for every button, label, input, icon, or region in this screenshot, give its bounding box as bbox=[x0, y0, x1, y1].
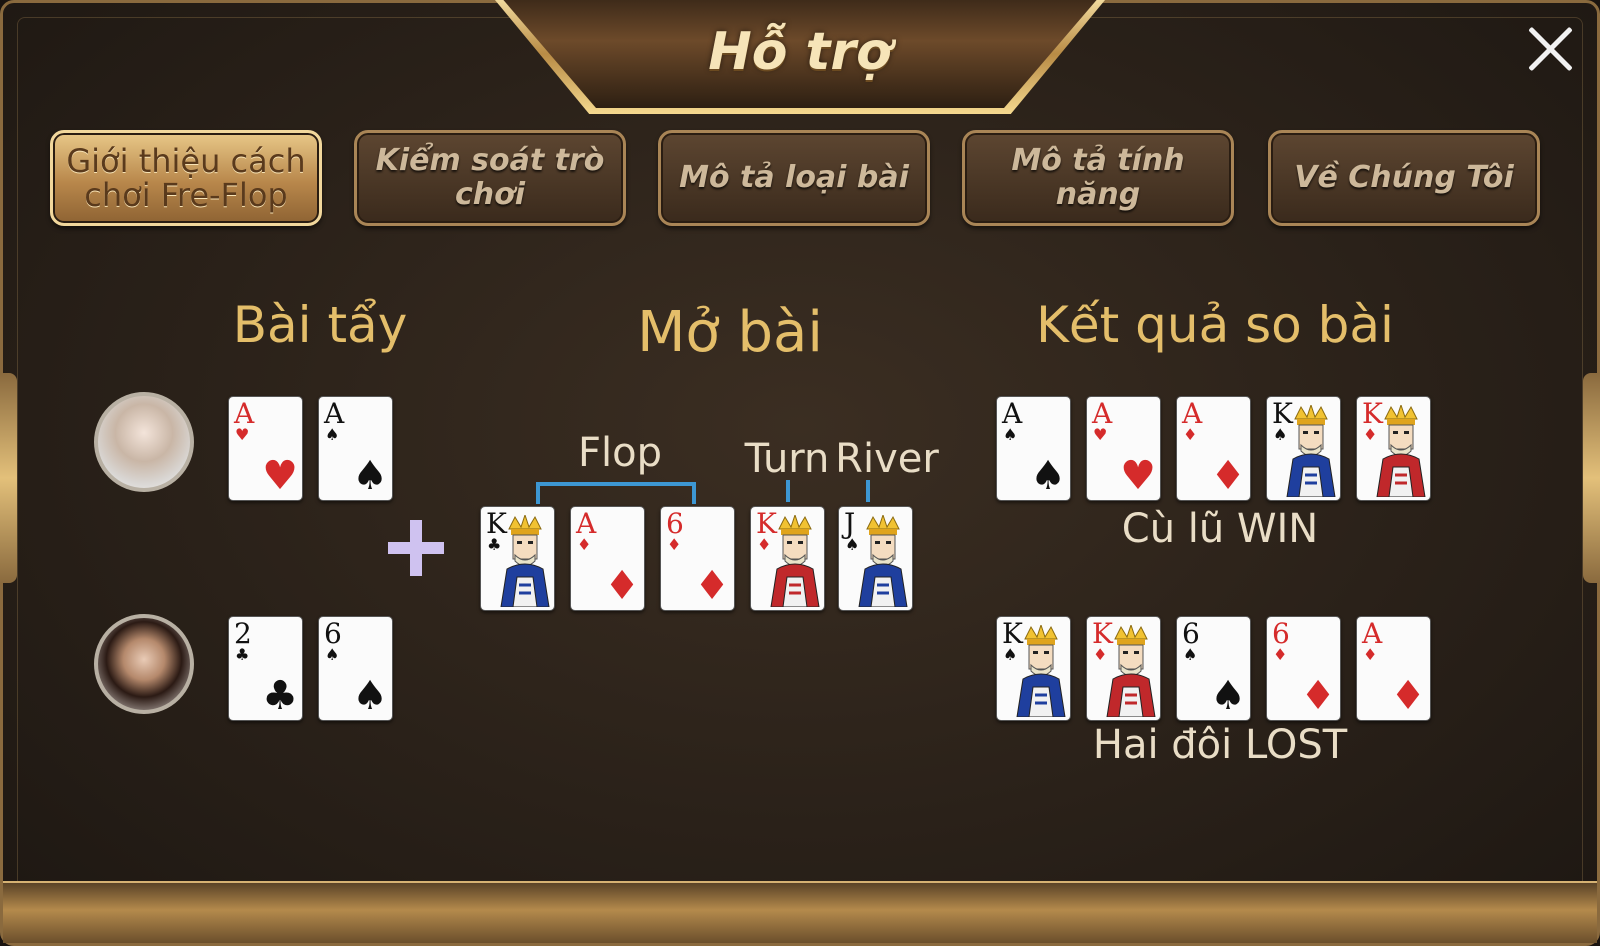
flop-label: Flop bbox=[578, 430, 662, 476]
river-marker bbox=[866, 480, 870, 502]
tab-label: Về Chúng Tôi bbox=[1294, 160, 1514, 195]
result-lost-label: Hai đôi LOST bbox=[1092, 722, 1348, 768]
player-2-avatar bbox=[94, 614, 194, 714]
card-suit-small: ♣ bbox=[487, 535, 502, 554]
card-suit-small: ♦ bbox=[577, 535, 592, 554]
player-1-avatar bbox=[94, 392, 194, 492]
card-suit-large: ♠ bbox=[352, 453, 388, 499]
card-suit-large: ♥ bbox=[1120, 453, 1156, 499]
card-suit-large: ♦ bbox=[604, 563, 640, 609]
card-suit-small: ♦ bbox=[1273, 645, 1288, 664]
card-suit-large: ♠ bbox=[1030, 453, 1066, 499]
card-suit-small: ♠ bbox=[1273, 425, 1288, 444]
tab-label: Mô tả tính năng bbox=[1011, 143, 1185, 212]
tab-features[interactable]: Mô tả tính năng bbox=[962, 130, 1234, 226]
result-1-card: K ♠ bbox=[1266, 396, 1341, 501]
board-card: 6 ♦ ♦ bbox=[660, 506, 735, 611]
player-2-card: 6 ♠ ♠ bbox=[318, 616, 393, 721]
result-2-card: K ♦ bbox=[1086, 616, 1161, 721]
tab-about-us[interactable]: Về Chúng Tôi bbox=[1268, 130, 1540, 226]
result-1-card: A ♠ ♠ bbox=[996, 396, 1071, 501]
player-1-card: A ♥ ♥ bbox=[228, 396, 303, 501]
result-1-card: A ♦ ♦ bbox=[1176, 396, 1251, 501]
plus-icon bbox=[388, 520, 444, 576]
card-suit-small: ♥ bbox=[235, 425, 250, 444]
card-suit-large: ♣ bbox=[262, 673, 298, 719]
result-win-label: Cù lũ WIN bbox=[1121, 506, 1319, 552]
card-suit-small: ♦ bbox=[1363, 425, 1378, 444]
heading-hole-cards: Bài tẩy bbox=[232, 296, 408, 354]
player-1-card: A ♠ ♠ bbox=[318, 396, 393, 501]
turn-marker bbox=[786, 480, 790, 502]
left-frame-ornament bbox=[0, 373, 17, 583]
card-suit-small: ♠ bbox=[325, 425, 340, 444]
card-suit-small: ♣ bbox=[235, 645, 250, 664]
card-suit-large: ♦ bbox=[1210, 453, 1246, 499]
card-suit-small: ♦ bbox=[667, 535, 682, 554]
dialog-title: Hỗ trợ bbox=[708, 22, 892, 82]
bottom-frame-bar bbox=[3, 881, 1597, 943]
turn-label: Turn bbox=[744, 436, 830, 482]
card-suit-large: ♠ bbox=[352, 673, 388, 719]
card-suit-small: ♦ bbox=[1363, 645, 1378, 664]
card-suit-small: ♠ bbox=[1003, 425, 1018, 444]
card-suit-large: ♦ bbox=[1300, 673, 1336, 719]
result-1-card: K ♦ bbox=[1356, 396, 1431, 501]
result-2-card: 6 ♠ ♠ bbox=[1176, 616, 1251, 721]
card-suit-large: ♦ bbox=[1390, 673, 1426, 719]
result-1-card: A ♥ ♥ bbox=[1086, 396, 1161, 501]
tab-gameplay-intro[interactable]: Giới thiệu cách chơi Fre-Flop bbox=[50, 130, 322, 226]
right-frame-ornament bbox=[1583, 373, 1600, 583]
card-suit-large: ♦ bbox=[694, 563, 730, 609]
tab-label: Kiểm soát trò chơi bbox=[375, 143, 605, 212]
flop-bracket bbox=[536, 482, 696, 504]
tab-card-types[interactable]: Mô tả loại bài bbox=[658, 130, 930, 226]
card-suit-large: ♠ bbox=[1210, 673, 1246, 719]
card-suit-small: ♠ bbox=[1183, 645, 1198, 664]
close-button[interactable] bbox=[1520, 18, 1580, 78]
card-suit-small: ♠ bbox=[325, 645, 340, 664]
card-suit-large: ♥ bbox=[262, 453, 298, 499]
face-card-art bbox=[858, 515, 908, 607]
river-label: River bbox=[835, 436, 939, 482]
tab-label: Giới thiệu cách chơi Fre-Flop bbox=[66, 142, 306, 214]
result-2-card: K ♠ bbox=[996, 616, 1071, 721]
result-2-card: 6 ♦ ♦ bbox=[1266, 616, 1341, 721]
board-card: A ♦ ♦ bbox=[570, 506, 645, 611]
board-card: K ♣ bbox=[480, 506, 555, 611]
card-suit-small: ♠ bbox=[1003, 645, 1018, 664]
tab-label: Mô tả loại bài bbox=[679, 160, 909, 195]
heading-board: Mở bài bbox=[637, 300, 823, 365]
card-suit-small: ♠ bbox=[845, 535, 860, 554]
card-suit-small: ♦ bbox=[1183, 425, 1198, 444]
board-card: J ♠ bbox=[838, 506, 913, 611]
card-suit-small: ♥ bbox=[1093, 425, 1108, 444]
heading-result: Kết quả so bài bbox=[1036, 296, 1394, 354]
board-card: K ♦ bbox=[750, 506, 825, 611]
card-suit-small: ♦ bbox=[1093, 645, 1108, 664]
card-suit-small: ♦ bbox=[757, 535, 772, 554]
player-2-card: 2 ♣ ♣ bbox=[228, 616, 303, 721]
tab-game-control[interactable]: Kiểm soát trò chơi bbox=[354, 130, 626, 226]
result-2-card: A ♦ ♦ bbox=[1356, 616, 1431, 721]
